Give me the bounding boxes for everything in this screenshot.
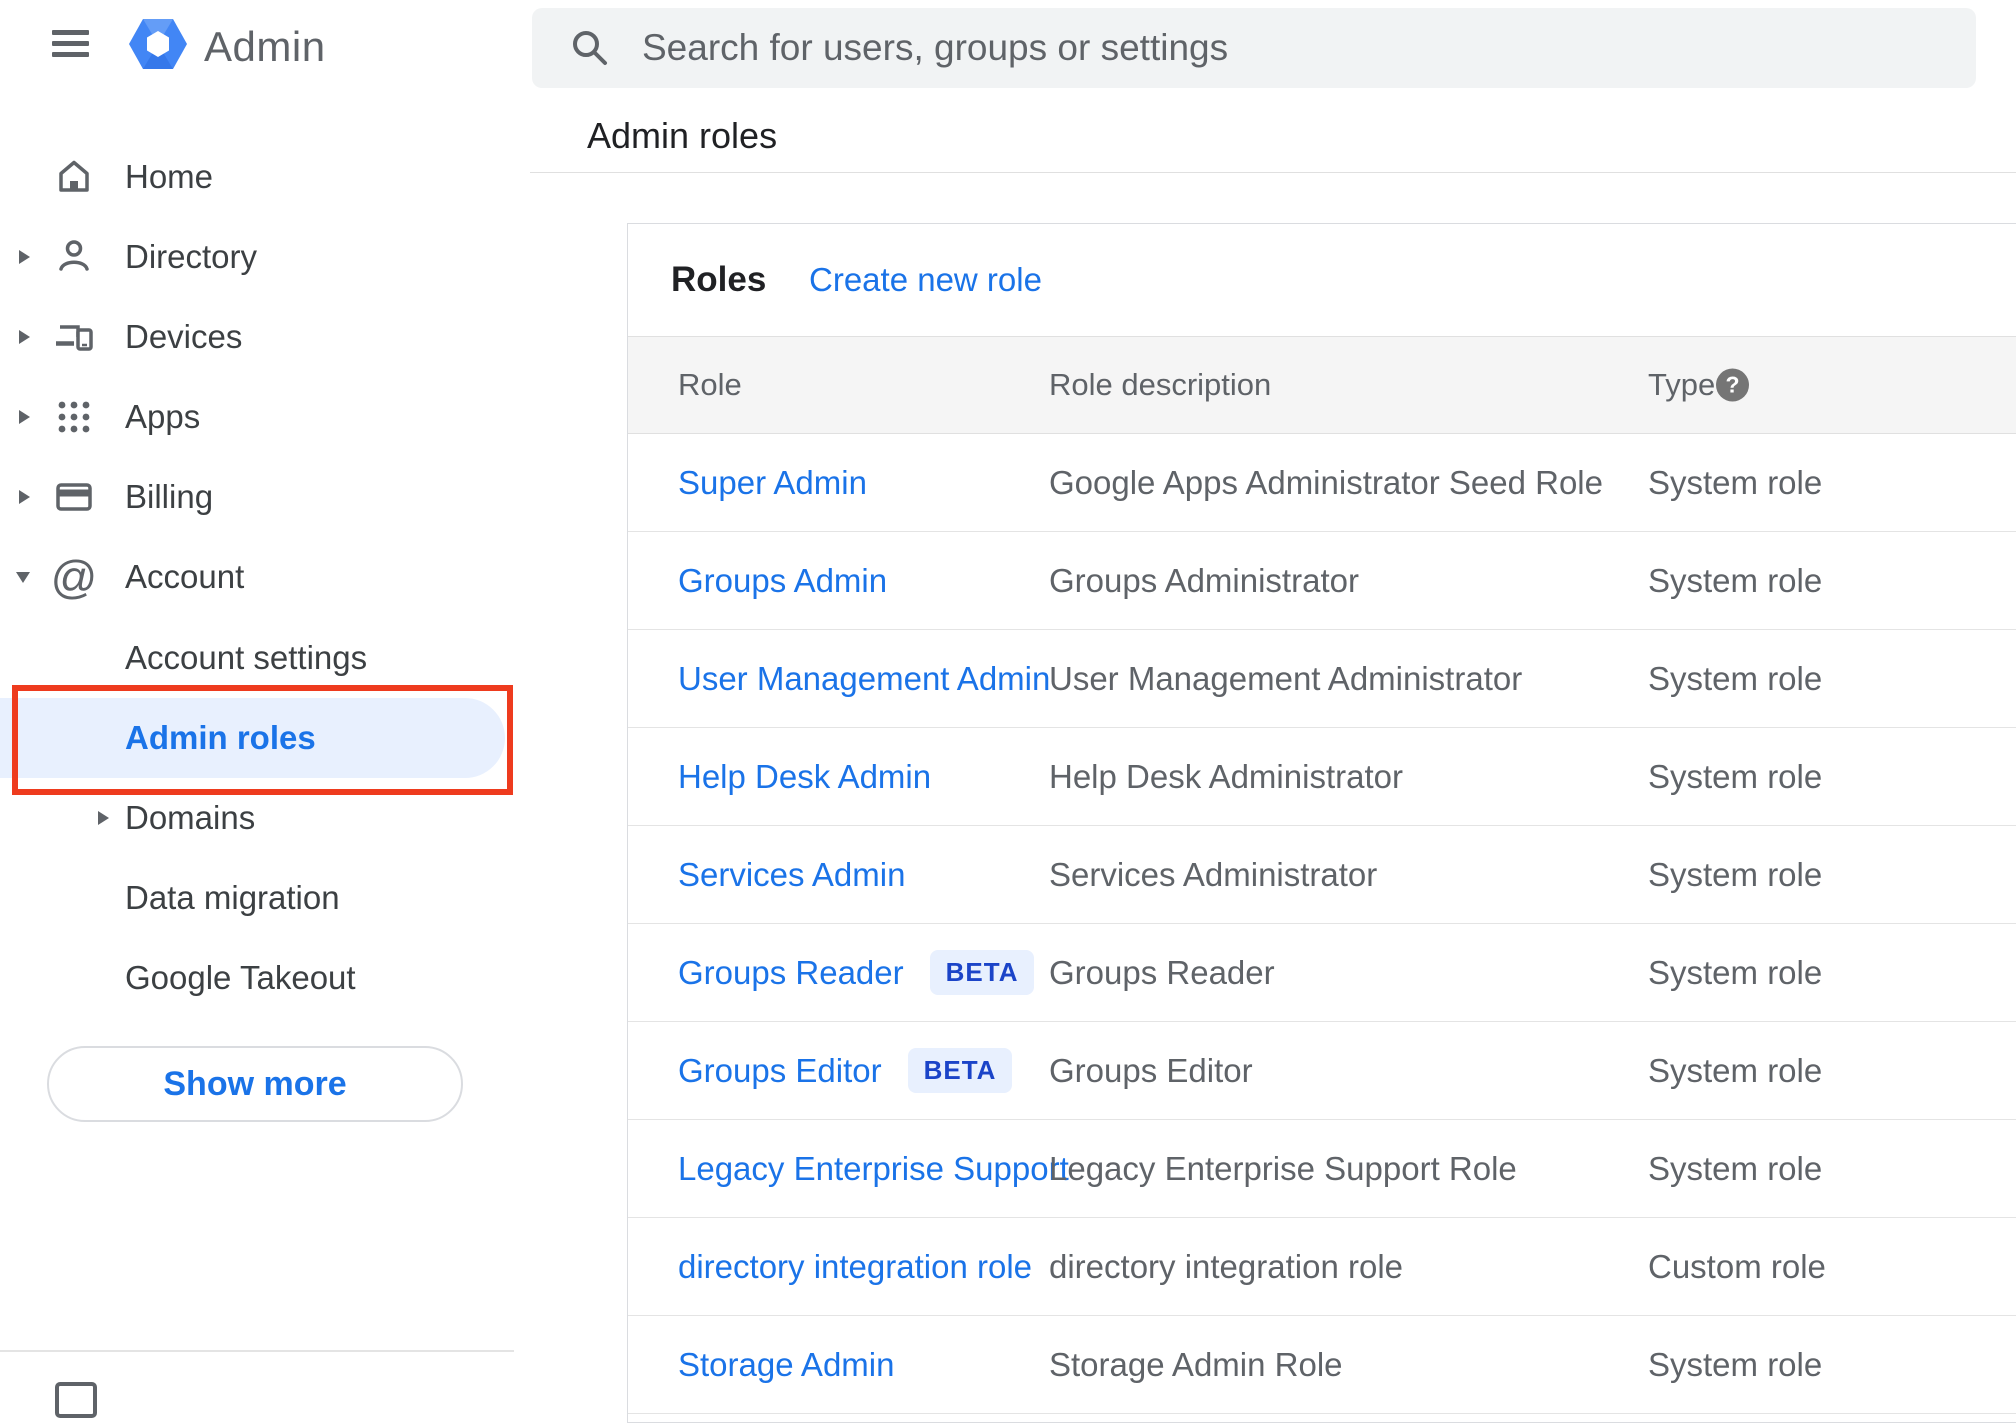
role-type: System role [1648,1051,1823,1089]
create-new-role-link[interactable]: Create new role [809,224,1042,336]
table-row: Groups Reader BETA Groups Reader System rol… [628,924,2016,1022]
home-icon [54,157,94,197]
role-link[interactable]: Groups Admin [678,562,887,600]
role-type: System role [1648,463,1823,501]
table-row: User Management Admin User Management Adm… [628,630,2016,728]
table-row: Legacy Enterprise Support Legacy Enterpri… [628,1120,2016,1218]
sidebar-item-label: Account [125,558,245,595]
show-more-button[interactable]: Show more [47,1046,463,1122]
role-type: System role [1648,1345,1823,1383]
person-icon [54,237,94,277]
column-header-role: Role [678,367,742,402]
column-header-description: Role description [1049,367,1272,402]
sidebar-subitem-label: Account settings [125,639,368,676]
role-link[interactable]: Services Admin [678,856,905,894]
sidebar-subitem-label: Data migration [125,879,340,916]
table-row: Storage Admin Storage Admin Role System ro… [628,1316,2016,1414]
beta-badge: BETA [907,1048,1013,1093]
beta-badge: BETA [929,950,1035,995]
admin-logo: Admin [128,18,326,75]
expand-arrow-icon[interactable] [19,490,30,504]
role-link[interactable]: User Management Admin [678,660,1050,698]
role-description: User Management Administrator [1049,659,1523,697]
admin-logo-hexagon-icon [128,18,188,75]
table-row: Services Admin Services Administrator Syst… [628,826,2016,924]
table-row: Super Admin Google Apps Administrator See… [628,434,2016,532]
at-icon: @ [50,551,98,603]
role-link[interactable]: directory integration role [678,1248,1032,1286]
breadcrumb-divider [530,172,2016,173]
annotation-red-box [12,685,513,795]
role-type: System role [1648,757,1823,795]
table-header-row: Role Role description Type ? [628,336,2016,434]
sidebar-divider [0,1350,514,1352]
search-placeholder: Search for users, groups or settings [642,27,1229,68]
expand-arrow-icon[interactable] [19,410,30,424]
apps-grid-icon [54,397,94,437]
roles-title: Roles [671,260,767,299]
column-header-type: Type [1648,367,1716,402]
roles-card-header: Roles Create new role [628,224,2016,336]
role-link[interactable]: Groups Reader [678,954,904,992]
role-description: Groups Administrator [1049,561,1359,599]
expand-arrow-icon[interactable] [98,811,109,825]
collapse-arrow-icon[interactable] [16,571,30,583]
role-link[interactable]: Storage Admin [678,1346,894,1384]
table-row: Help Desk Admin Help Desk Administrator Sy… [628,728,2016,826]
devices-icon [54,317,94,357]
role-type: System role [1648,1149,1823,1187]
role-description: Legacy Enterprise Support Role [1049,1149,1517,1187]
role-type: System role [1648,561,1823,599]
role-description: Storage Admin Role [1049,1345,1343,1383]
table-row: Groups Editor BETA Groups Editor System rol… [628,1022,2016,1120]
role-type: System role [1648,659,1823,697]
menu-icon[interactable] [52,30,89,57]
admin-logo-text: Admin [204,22,326,70]
role-description: Help Desk Administrator [1049,757,1403,795]
role-description: Google Apps Administrator Seed Role [1049,463,1603,501]
roles-card: Roles Create new role Role Role descript… [627,223,2016,1423]
breadcrumb: Admin roles [587,115,778,156]
role-type: System role [1648,855,1823,893]
help-icon[interactable]: ? [1716,368,1749,402]
table-row: Groups Admin Groups Administrator System r… [628,532,2016,630]
search-bar[interactable]: Search for users, groups or settings [532,8,1976,88]
role-link[interactable]: Legacy Enterprise Support [678,1150,1069,1188]
sidebar-item-label: Apps [125,398,201,435]
role-type: System role [1648,953,1823,991]
roles-table-body: Super Admin Google Apps Administrator See… [628,434,2016,1414]
role-description: Services Administrator [1049,855,1378,893]
partial-sidebar-icon [55,1382,97,1418]
role-link[interactable]: Groups Editor [678,1052,882,1090]
role-type: Custom role [1648,1247,1826,1285]
role-description: Groups Reader [1049,953,1275,991]
role-description: Groups Editor [1049,1051,1253,1089]
search-icon [573,31,607,65]
sidebar-item-label: Devices [125,318,243,355]
sidebar-subitem-label: Domains [125,799,256,836]
role-link[interactable]: Help Desk Admin [678,758,931,796]
billing-icon [54,477,94,517]
role-link[interactable]: Super Admin [678,464,867,502]
sidebar-item-label: Directory [125,238,258,275]
table-row: directory integration role directory inte… [628,1218,2016,1316]
expand-arrow-icon[interactable] [19,250,30,264]
sidebar-item-label: Billing [125,478,214,515]
role-description: directory integration role [1049,1247,1404,1285]
expand-arrow-icon[interactable] [19,330,30,344]
sidebar-subitem-label: Google Takeout [125,959,356,996]
sidebar-item-label: Home [125,158,214,195]
